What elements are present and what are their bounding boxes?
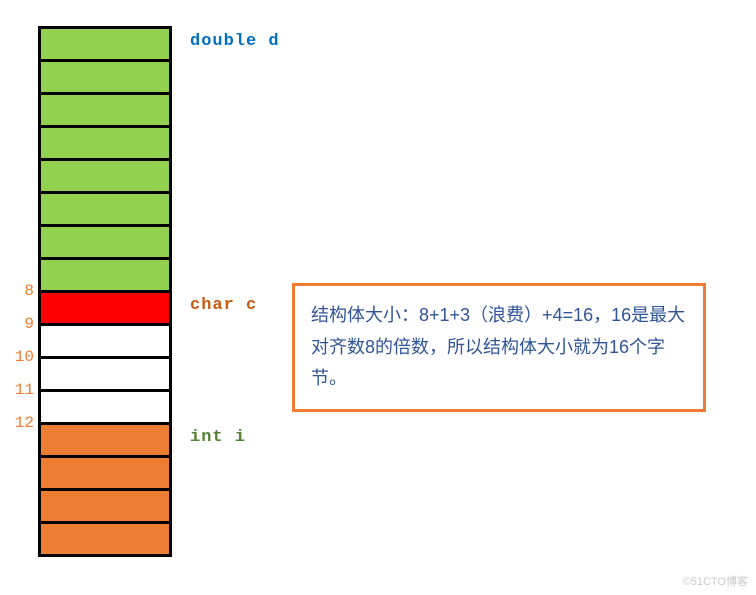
watermark: ©51CTO博客 xyxy=(683,573,748,589)
byte-cell xyxy=(41,128,169,161)
byte-cell xyxy=(41,260,169,293)
byte-cell xyxy=(41,425,169,458)
byte-cell xyxy=(41,293,169,326)
byte-cell xyxy=(41,491,169,524)
byte-cell xyxy=(41,95,169,128)
label-char: char c xyxy=(190,296,257,315)
offset-9: 9 xyxy=(24,315,34,333)
byte-cell xyxy=(41,161,169,194)
byte-cell xyxy=(41,326,169,359)
byte-cell xyxy=(41,29,169,62)
memory-stack xyxy=(38,26,172,557)
label-double: double d xyxy=(190,32,280,51)
offset-10: 10 xyxy=(15,348,34,366)
offset-11: 11 xyxy=(15,381,34,399)
byte-cell xyxy=(41,524,169,557)
byte-cell xyxy=(41,359,169,392)
byte-cell xyxy=(41,392,169,425)
label-int: int i xyxy=(190,428,246,447)
byte-cell xyxy=(41,458,169,491)
offset-8: 8 xyxy=(24,282,34,300)
explanation-box: 结构体大小：8+1+3（浪费）+4=16，16是最大对齐数8的倍数，所以结构体大… xyxy=(292,283,706,412)
offset-12: 12 xyxy=(15,414,34,432)
byte-cell xyxy=(41,194,169,227)
byte-cell xyxy=(41,62,169,95)
byte-cell xyxy=(41,227,169,260)
